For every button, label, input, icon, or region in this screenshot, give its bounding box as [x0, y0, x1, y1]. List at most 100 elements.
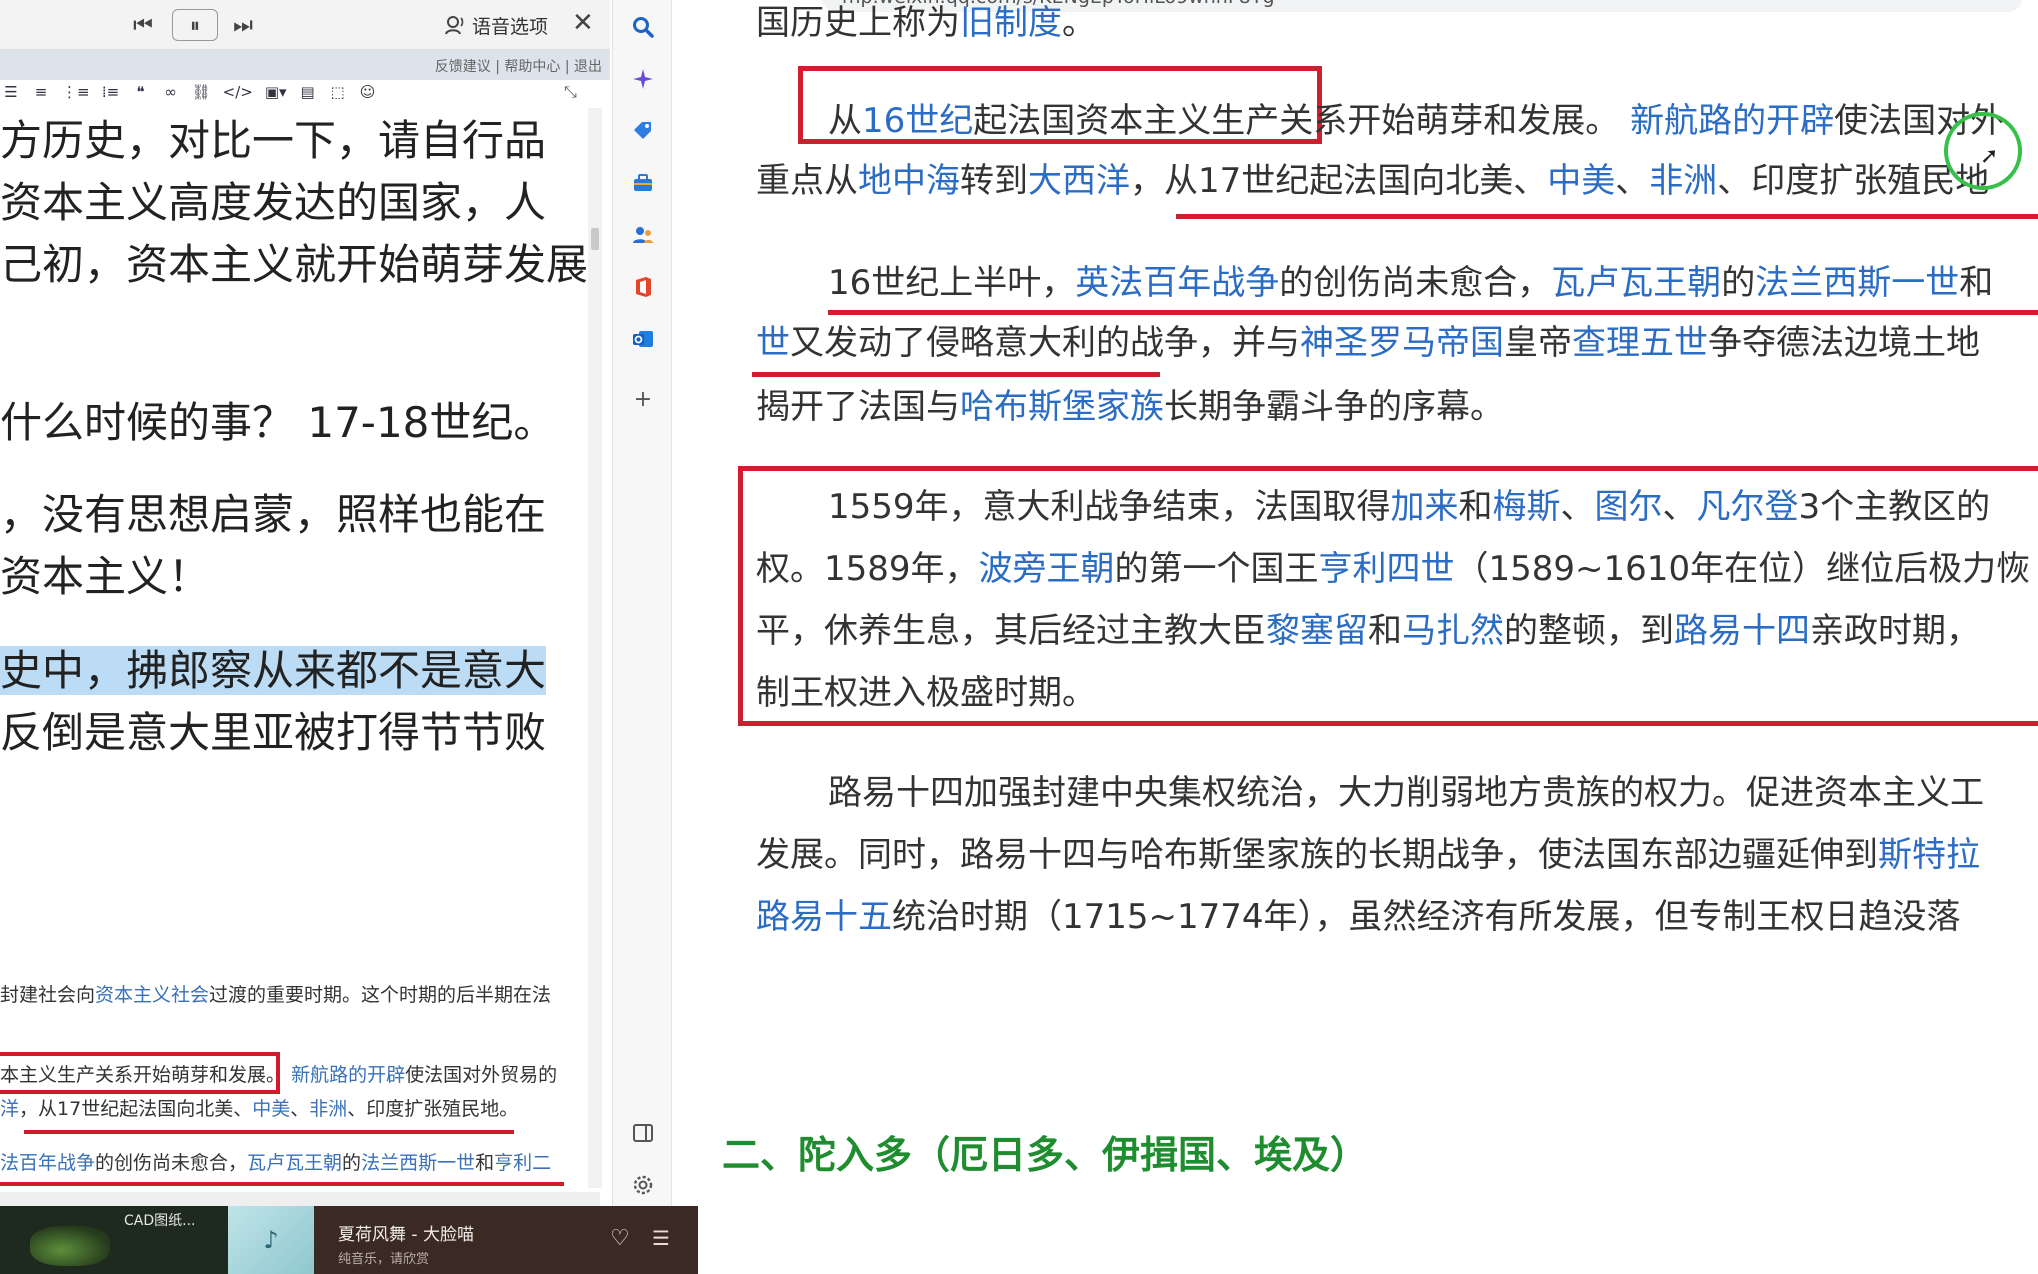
toolbox-icon[interactable] — [628, 168, 658, 198]
article-link[interactable]: 黎塞留 — [1266, 611, 1368, 651]
previous-icon[interactable]: ⏮ — [128, 9, 158, 41]
article-link[interactable]: 路易十五 — [756, 897, 892, 937]
article-link[interactable]: 大西洋 — [1028, 161, 1130, 201]
article-line: 平，休养生息，其后经过主教大臣黎塞留和马扎然的整顿，到路易十四亲政时期， — [756, 600, 1980, 662]
voice-options-button[interactable]: 语音选项 — [444, 10, 548, 40]
tag-icon[interactable] — [628, 116, 658, 146]
article-link[interactable]: 路易十四 — [1674, 611, 1810, 651]
taskbar-thumbnail[interactable]: CAD图纸... — [0, 1206, 228, 1274]
article-link[interactable]: 加来 — [1391, 487, 1459, 527]
emoji-icon[interactable]: ☺ — [359, 81, 377, 103]
editor-content[interactable]: 方历史，对比一下，请自行品 资本主义高度发达的国家，人 己初，资本主义就开始萌芽… — [0, 108, 588, 1188]
text-span: 、印度扩张殖民地。 — [347, 1098, 519, 1120]
copilot-icon[interactable] — [628, 64, 658, 94]
article-link[interactable]: 梅斯 — [1493, 487, 1561, 527]
article-link[interactable]: 地中海 — [858, 161, 960, 201]
article-link[interactable]: 波旁王朝 — [979, 549, 1115, 589]
settings-icon[interactable] — [628, 1170, 658, 1200]
article-link[interactable]: 英法百年战争 — [1075, 263, 1279, 303]
voice-options-label: 语音选项 — [472, 15, 549, 38]
plus-icon[interactable]: + — [628, 384, 658, 414]
code-icon[interactable]: </> — [223, 81, 253, 103]
article-link[interactable]: 法兰西斯一世 — [361, 1152, 475, 1174]
article-line: 重点从地中海转到大西洋，从17世纪起法国向北美、中美、非洲、印度扩张殖民地 — [756, 150, 1989, 212]
article-link[interactable]: 旧制度 — [960, 3, 1062, 43]
article-link[interactable]: 凡尔登 — [1697, 487, 1799, 527]
list-icon[interactable]: ⋮≡ — [62, 81, 90, 103]
text-span: 的创伤尚未愈合， — [95, 1152, 248, 1174]
outlook-icon[interactable] — [628, 324, 658, 354]
article-link[interactable]: 斯特拉 — [1878, 835, 1980, 875]
article-link[interactable]: 查理五世 — [1572, 323, 1708, 363]
article-line: 揭开了法国与哈布斯堡家族长期争霸斗争的序幕。 — [756, 376, 1504, 438]
article-link[interactable]: 马扎然 — [1402, 611, 1504, 651]
select-icon[interactable]: ⬚ — [329, 81, 347, 103]
heart-icon[interactable]: ♡ — [610, 1226, 630, 1251]
office-icon[interactable] — [628, 272, 658, 302]
ordered-list-icon[interactable]: ⁞≡ — [102, 81, 120, 103]
fullscreen-icon[interactable]: ⤡ — [564, 82, 577, 102]
article-link[interactable]: 法百年战争 — [0, 1152, 95, 1174]
text-span: 重点从 — [756, 161, 858, 201]
article-link[interactable]: 法兰西斯一世 — [1755, 263, 1959, 303]
text-span: 起法国资本主义生产关系开始萌芽和发展。 — [973, 101, 1620, 141]
article-line: 1559年，意大利战争结束，法国取得加来和梅斯、图尔、凡尔登3个主教区的 — [828, 476, 1990, 538]
text-span: （1589~1610年在位）继位后极力恢 — [1454, 549, 2031, 589]
article-link[interactable]: 新航路的开辟 — [291, 1064, 405, 1086]
article-link[interactable]: 资本主义社会 — [95, 984, 209, 1006]
article-link[interactable]: 洋 — [0, 1098, 19, 1120]
article-link[interactable]: 哈布斯堡家族 — [960, 387, 1164, 427]
article-line: 国历史上称为旧制度。 — [756, 0, 1096, 54]
text-span: 揭开了法国与 — [756, 387, 960, 427]
album-art-image[interactable]: ♪ — [228, 1206, 314, 1274]
text-line: ，没有思想启蒙，照样也能在 — [0, 490, 547, 539]
article-link[interactable]: 图尔 — [1595, 487, 1663, 527]
align-center-icon[interactable]: ≡ — [32, 81, 50, 103]
people-icon[interactable] — [628, 220, 658, 250]
quote-icon[interactable]: ❝ — [132, 81, 150, 103]
vertical-scrollbar[interactable] — [588, 108, 602, 1188]
text-span: 的 — [342, 1152, 362, 1174]
search-icon[interactable] — [628, 12, 658, 42]
text-span: 封建社会向 — [0, 984, 96, 1006]
article-link[interactable]: 中美 — [252, 1098, 290, 1120]
article-line: 世又发动了侵略意大利的战争，并与神圣罗马帝国皇帝查理五世争夺德法边境土地 — [756, 312, 1980, 374]
text-span: 和 — [1458, 487, 1493, 527]
next-icon[interactable]: ⏭ — [228, 9, 258, 41]
article-link[interactable]: 神圣罗马帝国 — [1300, 323, 1504, 363]
browser-sidebar: + — [612, 0, 672, 1210]
mouse-cursor-icon: ➚ — [1980, 144, 1999, 169]
text-span: 长期争霸斗争的序幕。 — [1164, 387, 1504, 427]
section-heading: 二、陀入多（厄日多、伊揖国、埃及） — [722, 1133, 1369, 1177]
playlist-icon[interactable]: ☰ — [652, 1226, 670, 1250]
text-line-selected: 史中，拂郎察从来都不是意大 — [0, 640, 588, 702]
pause-button[interactable]: ⏸ — [172, 9, 218, 41]
article-link[interactable]: 新航路的开辟 — [1630, 101, 1834, 141]
align-left-icon[interactable]: ☰ — [2, 81, 20, 103]
article-link[interactable]: 16世纪上半叶 — [828, 263, 1041, 303]
close-icon[interactable]: ✕ — [572, 8, 594, 38]
article-link[interactable]: 世 — [756, 323, 790, 363]
article-link[interactable]: 亨利二 — [494, 1152, 551, 1174]
image-icon[interactable]: ▣▾ — [265, 81, 287, 103]
scrollbar-thumb[interactable] — [591, 228, 599, 250]
article-link[interactable]: 16世纪 — [862, 101, 973, 141]
article-link[interactable]: 瓦卢瓦王朝 — [247, 1152, 342, 1174]
text-span: 和 — [1959, 263, 1994, 303]
horizontal-scrollbar[interactable] — [0, 1192, 600, 1206]
text-span: 的 — [1721, 263, 1756, 303]
editor-header-links[interactable]: 反馈建议 | 帮助中心 | 退出 — [435, 56, 602, 76]
article-link[interactable]: 中美 — [1547, 161, 1615, 201]
link-icon[interactable]: ∞ — [162, 81, 180, 103]
text-span: 平，休养生息，其后经过主教大臣 — [756, 611, 1266, 651]
unlink-icon[interactable]: ⛓ — [192, 81, 211, 103]
sidebar-icon[interactable] — [628, 1118, 658, 1148]
article-link[interactable]: 瓦卢瓦王朝 — [1551, 263, 1721, 303]
underline-mark — [1176, 214, 2038, 219]
article-link[interactable]: 非洲 — [309, 1098, 347, 1120]
file-icon[interactable]: ▤ — [299, 81, 317, 103]
article-link[interactable]: 非洲 — [1649, 161, 1717, 201]
article-link[interactable]: 亨利四世 — [1319, 549, 1455, 589]
text-span: 3个主教区的 — [1798, 487, 1991, 527]
music-player[interactable]: ♪ 夏荷风舞 - 大脸喵 纯音乐，请欣赏 ♡ ☰ — [228, 1206, 698, 1274]
